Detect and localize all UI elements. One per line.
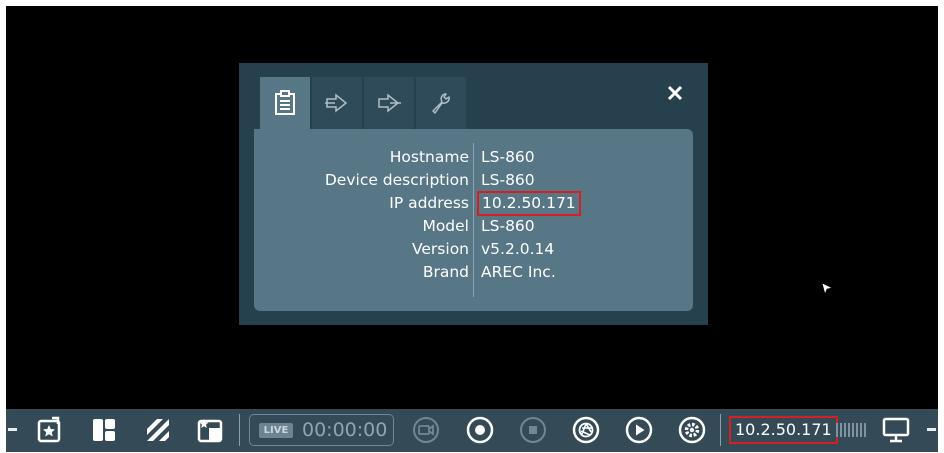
row-label: Version <box>412 240 469 258</box>
row-value: LS-860 <box>481 217 535 235</box>
arrow-in-icon <box>325 93 348 113</box>
tab-output[interactable] <box>364 77 414 129</box>
arrow-out-icon <box>378 93 401 113</box>
wrench-icon <box>432 93 450 114</box>
layout-button[interactable] <box>88 415 120 445</box>
ip-address-indicator: 10.2.50.171 <box>729 416 838 444</box>
close-icon <box>667 85 683 101</box>
minus-icon[interactable] <box>927 428 936 431</box>
info-row-hostname: Hostname LS-860 <box>254 146 693 169</box>
snapshot-icon <box>572 416 600 444</box>
info-row-brand: Brand AREC Inc. <box>254 261 693 284</box>
row-value-highlighted: 10.2.50.171 <box>477 191 581 216</box>
camera-button[interactable] <box>411 415 441 445</box>
close-button[interactable] <box>663 81 687 105</box>
row-value: LS-860 <box>481 148 535 166</box>
clipboard-icon <box>275 90 295 115</box>
info-panel: Hostname LS-860 Device description LS-86… <box>254 129 693 311</box>
system-info-dialog: Hostname LS-860 Device description LS-86… <box>239 63 708 325</box>
row-value: AREC Inc. <box>481 263 556 281</box>
camera-icon <box>413 417 439 443</box>
settings-icon <box>678 416 706 444</box>
play-button[interactable] <box>624 415 654 445</box>
tab-input[interactable] <box>312 77 362 129</box>
background-button[interactable] <box>142 415 174 445</box>
info-row-device-description: Device description LS-860 <box>254 169 693 192</box>
row-value: v5.2.0.14 <box>481 240 555 258</box>
layout-icon <box>93 419 115 441</box>
background-icon <box>147 419 169 441</box>
row-label: IP address <box>389 194 469 212</box>
record-button[interactable] <box>465 415 495 445</box>
favorite-layout-icon <box>37 416 61 443</box>
info-row-model: Model LS-860 <box>254 215 693 238</box>
settings-button[interactable] <box>677 415 707 445</box>
mouse-cursor-icon <box>821 282 833 295</box>
stop-button[interactable] <box>518 415 548 445</box>
info-row-ip-address: IP address 10.2.50.171 <box>254 191 693 216</box>
row-label: Hostname <box>389 148 469 166</box>
info-row-version: Version v5.2.0.14 <box>254 238 693 261</box>
play-icon <box>625 416 653 444</box>
row-value: LS-860 <box>481 171 535 189</box>
live-timer: 00:00:00 <box>302 419 388 441</box>
theme-button[interactable] <box>194 415 226 445</box>
live-status-box: LIVE 00:00:00 <box>249 414 394 446</box>
divider <box>239 414 240 446</box>
favorite-layout-button[interactable] <box>34 415 66 445</box>
live-badge: LIVE <box>259 423 293 438</box>
snapshot-button[interactable] <box>571 415 601 445</box>
stop-icon <box>520 417 546 443</box>
tab-tools[interactable] <box>416 77 466 129</box>
taskbar: LIVE 00:00:00 10.2.50.171 <box>6 409 938 452</box>
signal-indicator <box>836 415 866 445</box>
divider <box>720 414 721 446</box>
tab-info[interactable] <box>260 77 310 129</box>
monitor-icon <box>882 417 910 443</box>
row-label: Device description <box>324 171 469 189</box>
screen: Hostname LS-860 Device description LS-86… <box>6 6 938 452</box>
row-label: Brand <box>422 263 469 281</box>
minus-icon[interactable] <box>8 428 17 431</box>
theme-icon <box>197 419 223 443</box>
record-icon <box>466 416 494 444</box>
signal-bars-icon <box>836 423 866 437</box>
row-label: Model <box>422 217 469 235</box>
monitor-button[interactable] <box>880 415 912 445</box>
